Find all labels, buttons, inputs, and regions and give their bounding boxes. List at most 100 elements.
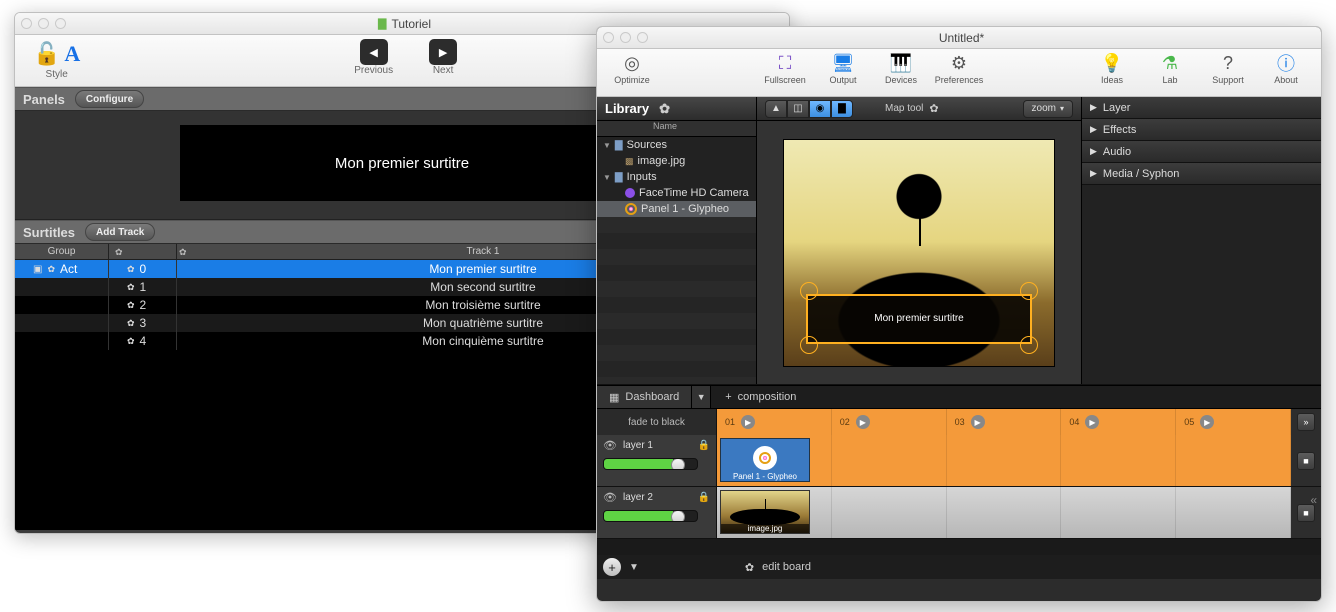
add-composition-button[interactable]: + composition: [711, 386, 810, 408]
zoom-button[interactable]: [55, 18, 66, 29]
timeline-column[interactable]: 04▶: [1061, 409, 1176, 435]
zoom-dropdown[interactable]: zoom ▾: [1023, 100, 1073, 118]
tree-item[interactable]: ▼▇Inputs: [597, 169, 756, 185]
tb-output[interactable]: 🖥Output: [814, 51, 872, 85]
tb-fullscreen[interactable]: ⛶Fullscreen: [756, 51, 814, 85]
tab-label: Dashboard: [625, 391, 679, 403]
selection-handle[interactable]: [800, 282, 818, 300]
play-icon[interactable]: ▶: [856, 415, 870, 429]
tool-paint[interactable]: ▇: [831, 100, 853, 118]
tb-devices[interactable]: 🎹Devices: [872, 51, 930, 85]
glypheo-icon: [759, 452, 771, 464]
subtitle-overlay[interactable]: Mon premier surtitre: [806, 294, 1032, 344]
zoom-label: zoom: [1032, 103, 1056, 114]
tb-preferences[interactable]: ⚙Preferences: [930, 51, 988, 85]
lock-icon[interactable]: 🔒: [698, 492, 710, 503]
gear-icon[interactable]: ✿: [929, 102, 938, 115]
tool-crop[interactable]: ◫: [787, 100, 809, 118]
play-icon[interactable]: ▶: [1200, 415, 1214, 429]
configure-button[interactable]: Configure: [75, 90, 144, 108]
grid-icon: ▦: [609, 391, 619, 404]
forward-end-button[interactable]: »: [1297, 413, 1315, 431]
col-index[interactable]: ✿: [109, 244, 177, 259]
titlebar[interactable]: Untitled*: [597, 27, 1321, 49]
opacity-slider[interactable]: [603, 510, 698, 522]
window-title: Untitled*: [648, 31, 1275, 45]
window-controls: [21, 18, 66, 29]
col-group[interactable]: Group: [15, 244, 109, 259]
lock-icon[interactable]: 🔓: [33, 41, 60, 67]
gear-icon[interactable]: ✿: [115, 247, 123, 258]
close-button[interactable]: [21, 18, 32, 29]
tb-support[interactable]: ?Support: [1199, 51, 1257, 85]
tb-lab[interactable]: ⚗Lab: [1141, 51, 1199, 85]
timeline-clip[interactable]: image.jpg: [720, 490, 810, 534]
collapse-icon[interactable]: «: [1310, 493, 1317, 507]
tab-dropdown[interactable]: ▼: [691, 386, 711, 408]
property-section[interactable]: ▶Effects: [1082, 119, 1321, 141]
timeline-column[interactable]: 02▶: [832, 409, 947, 435]
stop-button[interactable]: ■: [1297, 452, 1315, 470]
add-button[interactable]: +: [603, 558, 621, 576]
style-icon[interactable]: A: [64, 41, 80, 67]
tree-item[interactable]: Panel 1 - Glypheo: [597, 201, 756, 217]
property-section[interactable]: ▶Audio: [1082, 141, 1321, 163]
previous-button[interactable]: ◀: [360, 39, 388, 65]
tb-about[interactable]: ⓘAbout: [1257, 51, 1315, 85]
tree-item[interactable]: ▼▇Sources: [597, 137, 756, 153]
disclosure-icon[interactable]: ▼: [603, 141, 611, 150]
tree-item[interactable]: ▩image.jpg: [597, 153, 756, 169]
play-icon[interactable]: ▶: [741, 415, 755, 429]
gear-icon[interactable]: ✿: [127, 318, 135, 329]
play-icon[interactable]: ▶: [971, 415, 985, 429]
gear-icon[interactable]: ✿: [745, 561, 754, 574]
disclosure-icon[interactable]: ▼: [603, 173, 611, 182]
toolbar: ◎Optimize ⛶Fullscreen🖥Output🎹Devices⚙Pref…: [597, 49, 1321, 97]
minimize-button[interactable]: [620, 32, 631, 43]
timeline-column[interactable]: 05▶: [1176, 409, 1291, 435]
library-col-name[interactable]: Name: [597, 121, 756, 137]
tool-arrow[interactable]: ▲: [765, 100, 787, 118]
next-button[interactable]: ▶: [429, 39, 457, 65]
gear-icon[interactable]: ✿: [659, 101, 670, 117]
timeline-column[interactable]: 01▶: [717, 409, 832, 435]
timeline-column[interactable]: 03▶: [947, 409, 1062, 435]
layer-header[interactable]: 👁 layer 1 🔒: [597, 435, 717, 487]
eye-icon[interactable]: 👁: [603, 491, 617, 504]
tb-ideas[interactable]: 💡Ideas: [1083, 51, 1141, 85]
close-button[interactable]: [603, 32, 614, 43]
fullscreen-icon: ⛶: [779, 51, 792, 75]
row-index: 1: [140, 280, 147, 294]
fade-to-black-label[interactable]: fade to black: [597, 409, 717, 435]
layer-header[interactable]: 👁 layer 2 🔒: [597, 487, 717, 539]
gear-icon[interactable]: ✿: [179, 247, 187, 258]
tree-item[interactable]: FaceTime HD Camera: [597, 185, 756, 201]
tab-dashboard[interactable]: ▦ Dashboard: [597, 386, 691, 408]
minimize-button[interactable]: [38, 18, 49, 29]
selection-handle[interactable]: [1020, 336, 1038, 354]
timeline-clip[interactable]: Panel 1 - Glypheo: [720, 438, 810, 482]
edit-board-label[interactable]: edit board: [762, 561, 811, 573]
gear-icon[interactable]: ✿: [127, 300, 135, 311]
library-panel: Library ✿ Name ▼▇Sources▩image.jpg▼▇Inpu…: [597, 97, 757, 384]
gear-icon[interactable]: ✿: [127, 264, 135, 275]
chevron-down-icon[interactable]: ▼: [629, 562, 639, 573]
gear-icon[interactable]: ✿: [47, 264, 55, 275]
gear-icon[interactable]: ✿: [127, 336, 135, 347]
selection-handle[interactable]: [1020, 282, 1038, 300]
lock-icon[interactable]: 🔒: [698, 440, 710, 451]
chevron-down-icon: ▾: [1060, 104, 1064, 113]
selection-handle[interactable]: [800, 336, 818, 354]
gear-icon[interactable]: ✿: [127, 282, 135, 293]
tb-optimize[interactable]: ◎Optimize: [603, 51, 661, 85]
tool-mask[interactable]: ◉: [809, 100, 831, 118]
eye-icon[interactable]: 👁: [603, 439, 617, 452]
canvas[interactable]: Mon premier surtitre: [783, 139, 1055, 367]
zoom-button[interactable]: [637, 32, 648, 43]
play-icon[interactable]: ▶: [1085, 415, 1099, 429]
add-track-button[interactable]: Add Track: [85, 223, 155, 241]
property-section[interactable]: ▶Layer: [1082, 97, 1321, 119]
property-section[interactable]: ▶Media / Syphon: [1082, 163, 1321, 185]
opacity-slider[interactable]: [603, 458, 698, 470]
tree-label: Inputs: [627, 171, 657, 183]
